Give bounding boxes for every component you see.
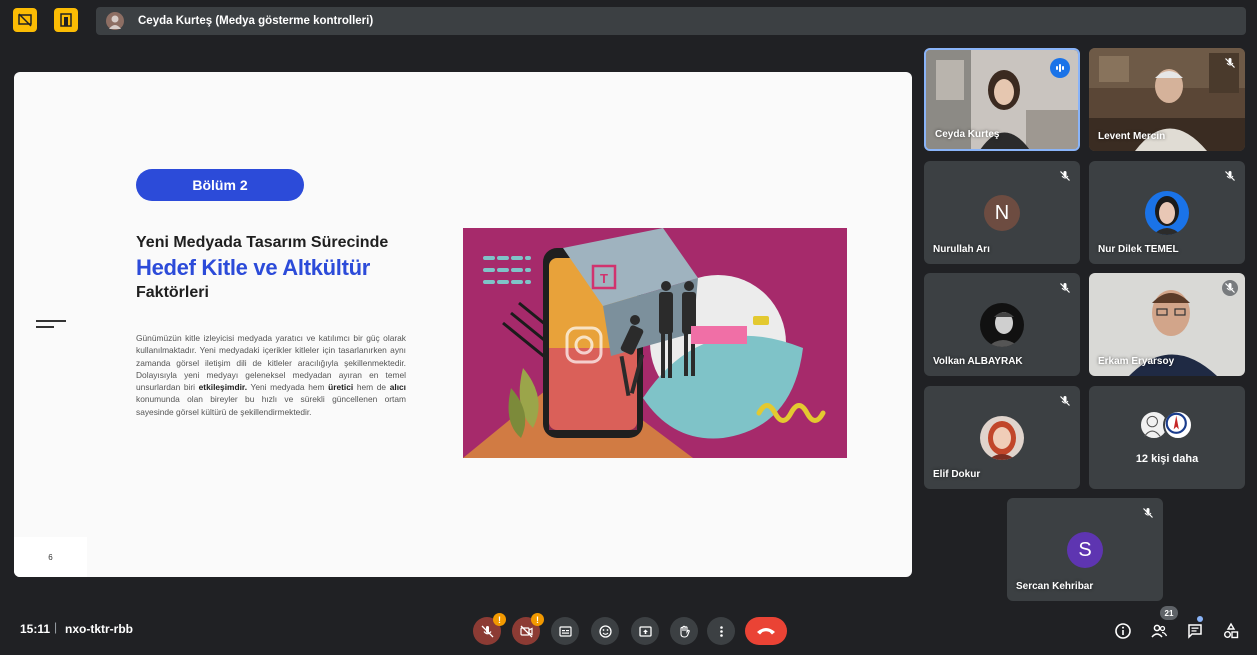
people-button[interactable]	[1148, 620, 1170, 642]
slide-body-text: Günümüzün kitle izleyicisi medyada yarat…	[136, 333, 406, 417]
presentation-slide: Bölüm 2 Yeni Medyada Tasarım Sürecinde H…	[14, 72, 912, 577]
avatar	[1163, 410, 1193, 440]
mic-muted-icon	[1140, 505, 1156, 521]
hangup-icon	[757, 628, 775, 635]
participant-tile-sercan-kehribar[interactable]: S Sercan Kehribar	[1007, 498, 1163, 601]
mic-muted-icon	[1222, 55, 1238, 71]
avatar	[980, 303, 1024, 347]
participant-tile-volkan-albayrak[interactable]: Volkan ALBAYRAK	[924, 273, 1080, 376]
emoji-icon	[598, 624, 612, 638]
present-icon	[638, 625, 652, 637]
mic-muted-icon	[1057, 168, 1073, 184]
info-icon	[1115, 623, 1131, 639]
slide-title-line3: Faktörleri	[136, 284, 209, 301]
captions-icon	[558, 625, 572, 637]
avatar	[1145, 191, 1189, 235]
participant-name: Nurullah Arı	[933, 244, 990, 255]
participant-name: Nur Dilek TEMEL	[1098, 244, 1179, 255]
reactions-button[interactable]	[591, 617, 619, 645]
mic-off-icon	[481, 625, 493, 637]
mic-muted-icon	[1222, 280, 1238, 296]
presenter-label: Ceyda Kurteş (Medya gösterme kontrolleri…	[138, 15, 374, 27]
mic-muted-icon	[1057, 280, 1073, 296]
more-vertical-icon	[719, 625, 723, 637]
meeting-code: nxo-tktr-rbb	[65, 622, 133, 636]
decorative-lines-icon	[36, 320, 66, 332]
participant-name: Ceyda Kurteş	[935, 129, 1000, 140]
present-now-button[interactable]	[631, 617, 659, 645]
avatar	[980, 416, 1024, 460]
present-off-icon	[18, 13, 32, 27]
slide-title-line2: Hedef Kitle ve Altkültür	[136, 255, 371, 280]
participant-tile-nur-dilek-temel[interactable]: Nur Dilek TEMEL	[1089, 161, 1245, 264]
participant-name: Elif Dokur	[933, 469, 981, 480]
slide-page-number: 6	[14, 537, 87, 577]
chapter-badge: Bölüm 2	[136, 169, 304, 201]
participant-tile-erkam-eryarsoy[interactable]: Erkam Eryarsoy	[1089, 273, 1245, 376]
hand-icon	[679, 625, 690, 638]
mic-muted-icon	[1222, 168, 1238, 184]
meeting-separator: |	[54, 620, 58, 634]
speaking-indicator-icon	[1050, 58, 1070, 78]
svg-text:T: T	[600, 271, 608, 286]
meeting-time: 15:11	[20, 622, 51, 636]
participant-tile-elif-dokur[interactable]: Elif Dokur	[924, 386, 1080, 489]
participant-tile-nurullah-ari[interactable]: N Nurullah Arı	[924, 161, 1080, 264]
participant-name: Levent Mercin	[1098, 131, 1166, 142]
chat-button[interactable]	[1184, 620, 1206, 642]
slide-illustration: T	[463, 228, 847, 458]
participant-tile-ceyda-kurtes[interactable]: Ceyda Kurteş	[924, 48, 1080, 151]
participant-name: Volkan ALBAYRAK	[933, 356, 1023, 367]
avatar: S	[1067, 532, 1103, 568]
top-bar: Ceyda Kurteş (Medya gösterme kontrolleri…	[0, 0, 1257, 44]
chat-icon	[1188, 624, 1202, 639]
participant-name: Sercan Kehribar	[1016, 581, 1094, 592]
captions-button[interactable]	[551, 617, 579, 645]
leave-call-button[interactable]	[745, 617, 787, 645]
slide-title-line1: Yeni Medyada Tasarım Sürecinde	[136, 234, 389, 251]
presenter-avatar	[106, 12, 124, 30]
people-icon	[1151, 624, 1168, 638]
camera-warning-badge: !	[531, 613, 544, 626]
bottom-bar: 15:11 | nxo-tktr-rbb ! !	[0, 600, 1257, 655]
participant-tile-levent-mercin[interactable]: Levent Mercin	[1089, 48, 1245, 151]
more-participants-count: 12 kişi daha	[1135, 453, 1199, 465]
person-icon	[109, 15, 121, 29]
activities-button[interactable]	[1220, 620, 1242, 642]
layout-icon	[60, 13, 72, 27]
participant-name: Erkam Eryarsoy	[1098, 356, 1175, 367]
pin-presentation-button[interactable]	[54, 8, 78, 32]
mic-warning-badge: !	[493, 613, 506, 626]
mic-muted-icon	[1057, 393, 1073, 409]
avatar: N	[984, 195, 1020, 231]
present-off-button[interactable]	[13, 8, 37, 32]
chat-notification-dot	[1197, 616, 1203, 622]
more-participants-tile[interactable]: 12 kişi daha	[1089, 386, 1245, 489]
meeting-details-button[interactable]	[1112, 620, 1134, 642]
presenter-bar[interactable]: Ceyda Kurteş (Medya gösterme kontrolleri…	[96, 7, 1246, 35]
collage-image: T	[463, 228, 847, 458]
raise-hand-button[interactable]	[670, 617, 698, 645]
people-count-badge: 21	[1160, 606, 1178, 620]
activities-icon	[1224, 622, 1239, 639]
more-options-button[interactable]	[707, 617, 735, 645]
camera-off-icon	[519, 625, 533, 637]
